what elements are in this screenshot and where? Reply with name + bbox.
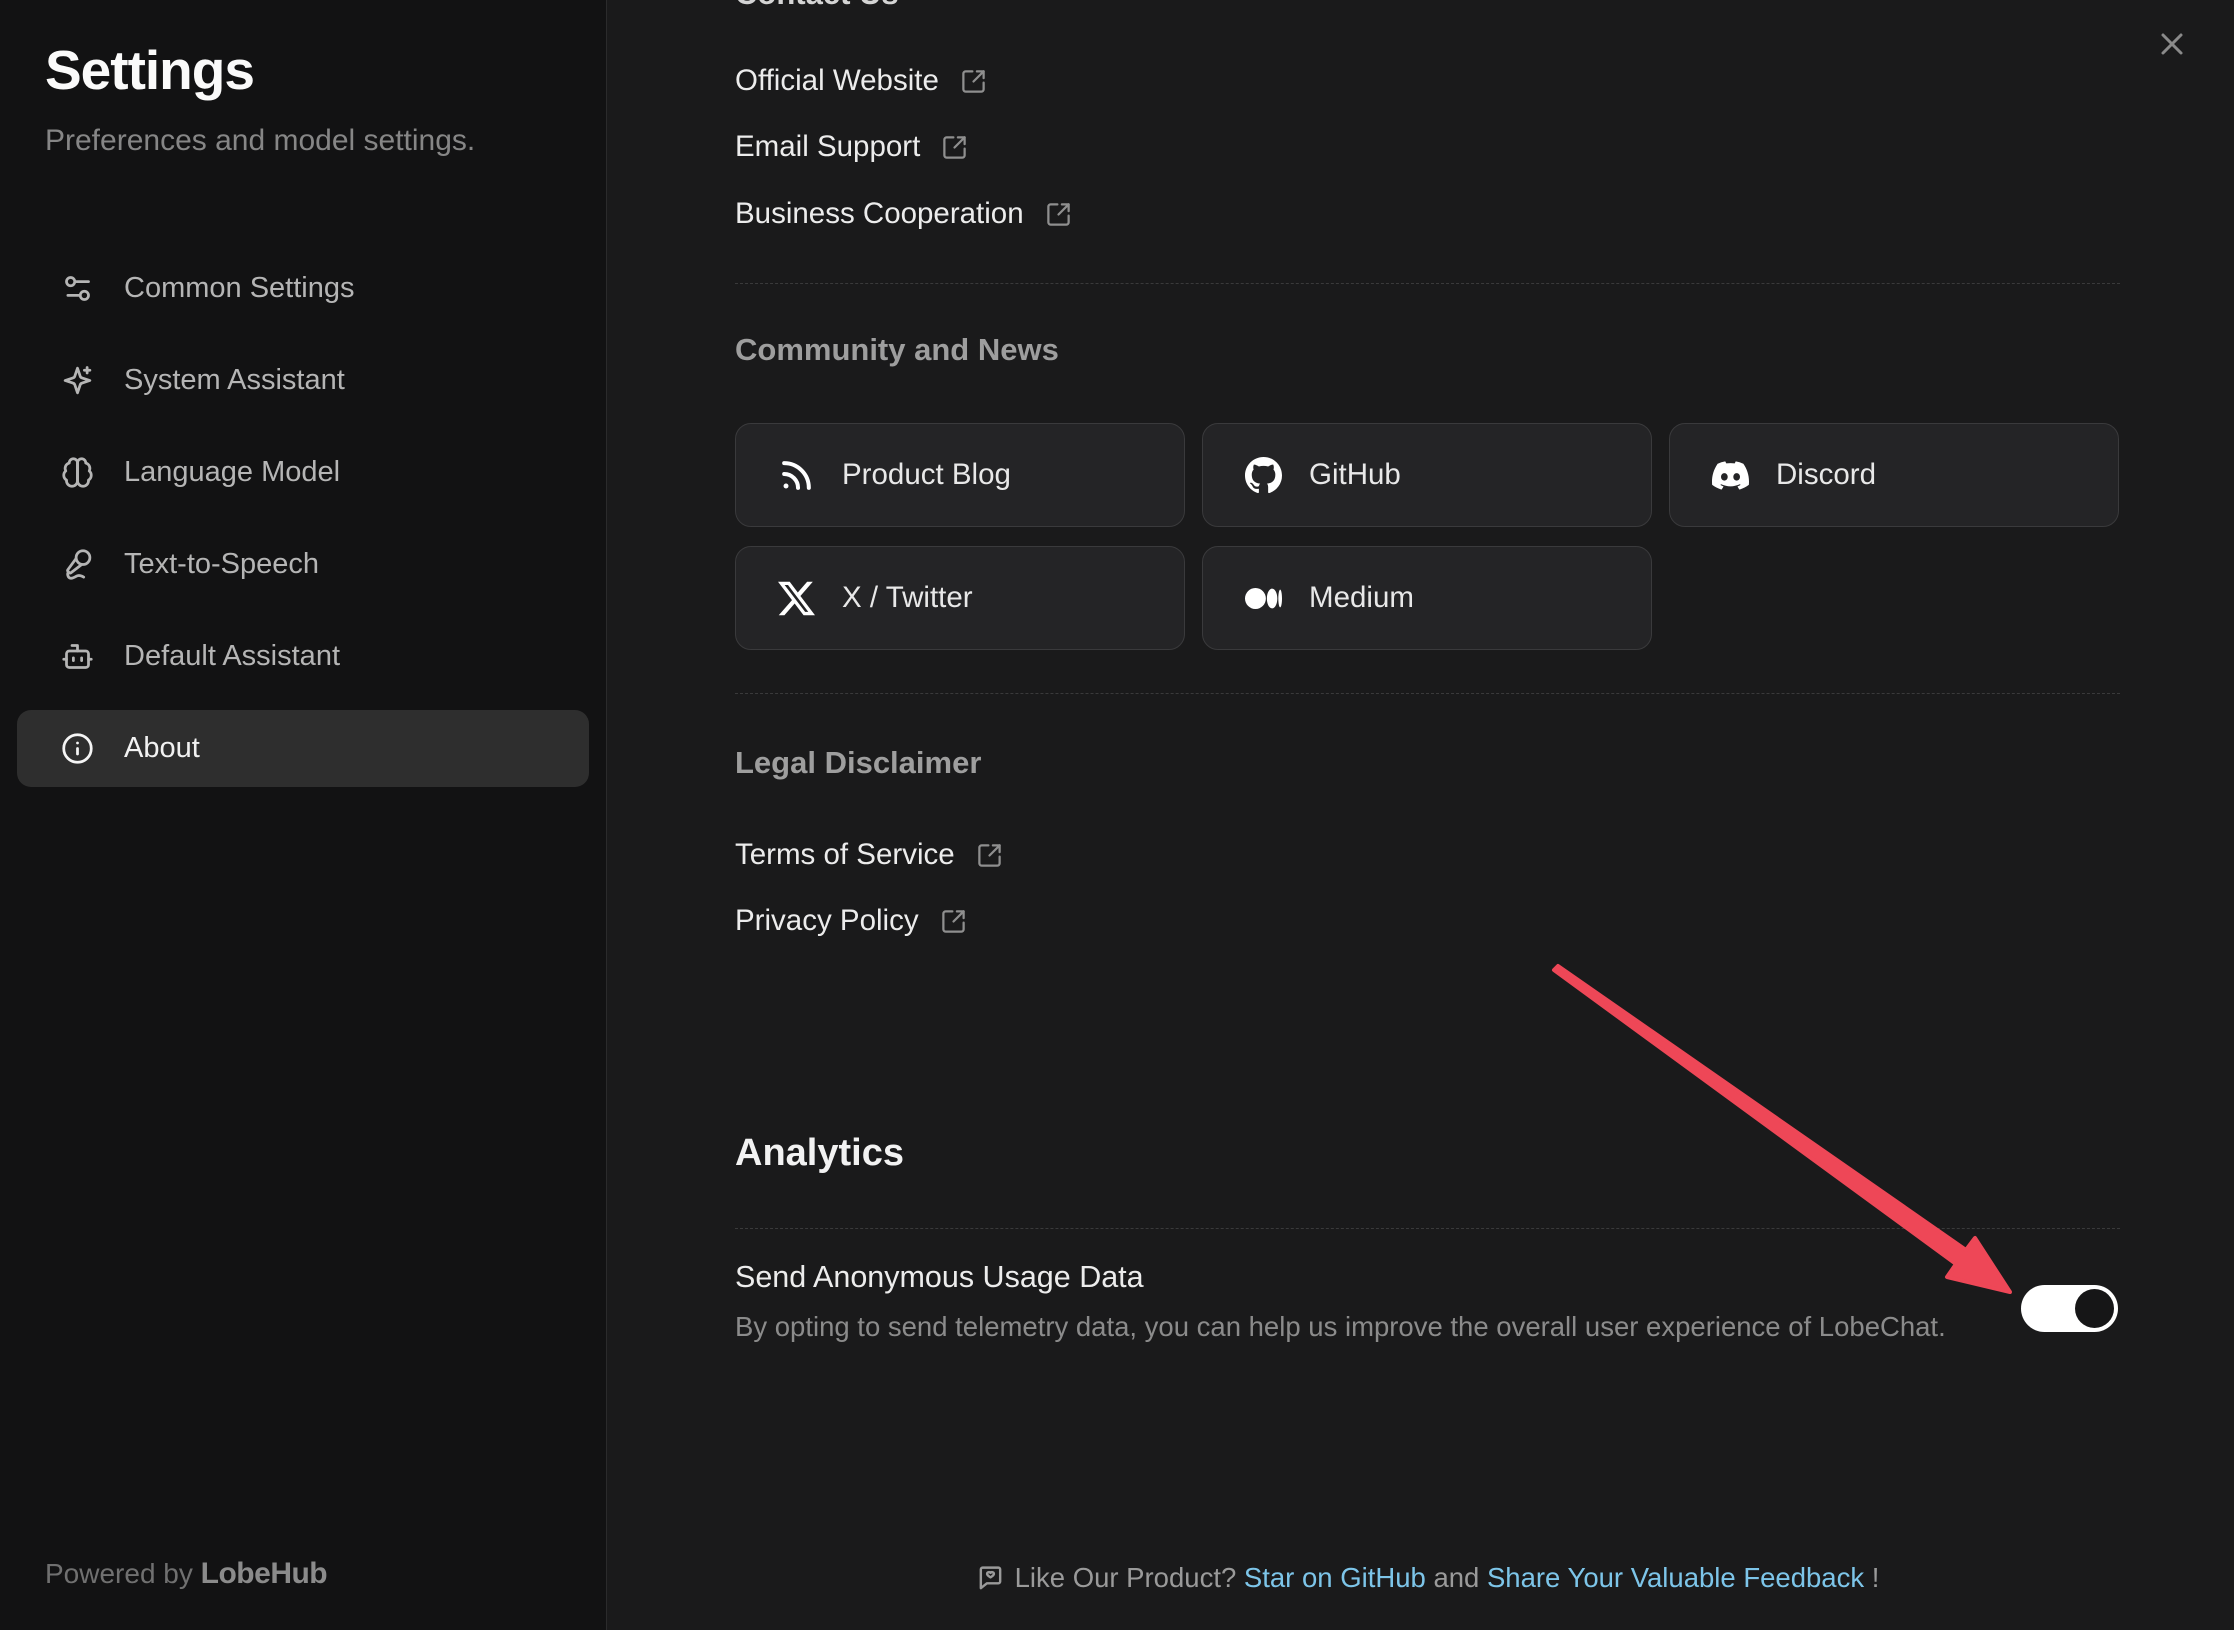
x-twitter-icon [778,580,815,617]
toggle-knob [2075,1289,2114,1328]
close-button[interactable] [2152,24,2192,64]
sliders-icon [61,272,94,305]
legal-heading: Legal Disclaimer [735,745,981,781]
sidebar-item-label: Default Assistant [124,640,340,673]
sidebar-item-label: Common Settings [124,272,355,305]
sidebar-item-label: Text-to-Speech [124,548,319,581]
share-feedback-link[interactable]: Share Your Valuable Feedback [1487,1562,1864,1593]
medium-icon [1245,580,1282,617]
lobehub-logo[interactable]: LobeHub [201,1557,327,1590]
info-icon [61,732,94,765]
brain-icon [61,456,94,489]
contact-us-heading: Contact Us [735,0,899,9]
divider [735,693,2120,694]
divider [735,283,2120,284]
sidebar-item-system-assistant[interactable]: System Assistant [17,342,589,419]
sidebar-item-common-settings[interactable]: Common Settings [17,250,589,327]
email-support-link[interactable]: Email Support [735,124,968,170]
sidebar-item-text-to-speech[interactable]: Text-to-Speech [17,526,589,603]
terms-of-service-link[interactable]: Terms of Service [735,832,1003,878]
powered-by: Powered by LobeHub [45,1557,327,1591]
message-bubble-icon [976,1564,1005,1593]
official-website-link[interactable]: Official Website [735,58,987,104]
about-panel: Contact Us Official Website Email Suppor… [608,0,2234,1630]
usage-data-label: Send Anonymous Usage Data [735,1260,1144,1295]
external-link-icon [940,908,967,935]
discord-icon [1712,457,1749,494]
sidebar-item-label: About [124,732,200,765]
external-link-icon [976,842,1003,869]
footer-note: Like Our Product? Star on GitHub and Sha… [735,1562,2120,1594]
external-link-icon [960,68,987,95]
divider [735,1228,2120,1229]
sidebar-nav: Common Settings System Assistant Languag… [17,250,589,802]
bot-icon [61,640,94,673]
github-button[interactable]: GitHub [1202,423,1652,527]
mic-icon [61,548,94,581]
external-link-icon [941,134,968,161]
product-blog-button[interactable]: Product Blog [735,423,1185,527]
page-subtitle: Preferences and model settings. [45,124,475,158]
sparkles-icon [61,364,94,397]
send-usage-data-toggle[interactable] [2021,1285,2118,1332]
settings-sidebar: Settings Preferences and model settings.… [0,0,607,1630]
sidebar-item-about[interactable]: About [17,710,589,787]
close-icon [2154,26,2190,62]
star-on-github-link[interactable]: Star on GitHub [1244,1562,1426,1593]
analytics-heading: Analytics [735,1132,904,1175]
privacy-policy-link[interactable]: Privacy Policy [735,898,967,944]
sidebar-item-language-model[interactable]: Language Model [17,434,589,511]
discord-button[interactable]: Discord [1669,423,2119,527]
community-buttons: Product Blog GitHub Discord X / Twitter [735,423,2119,650]
x-twitter-button[interactable]: X / Twitter [735,546,1185,650]
external-link-icon [1045,201,1072,228]
business-cooperation-link[interactable]: Business Cooperation [735,191,1072,237]
github-icon [1245,457,1282,494]
settings-window: Settings Preferences and model settings.… [0,0,2234,1630]
sidebar-item-label: System Assistant [124,364,345,397]
sidebar-item-label: Language Model [124,456,340,489]
usage-data-description: By opting to send telemetry data, you ca… [735,1311,1946,1343]
rss-icon [778,457,815,494]
sidebar-item-default-assistant[interactable]: Default Assistant [17,618,589,695]
community-heading: Community and News [735,332,1059,368]
page-title: Settings [45,38,254,102]
medium-button[interactable]: Medium [1202,546,1652,650]
